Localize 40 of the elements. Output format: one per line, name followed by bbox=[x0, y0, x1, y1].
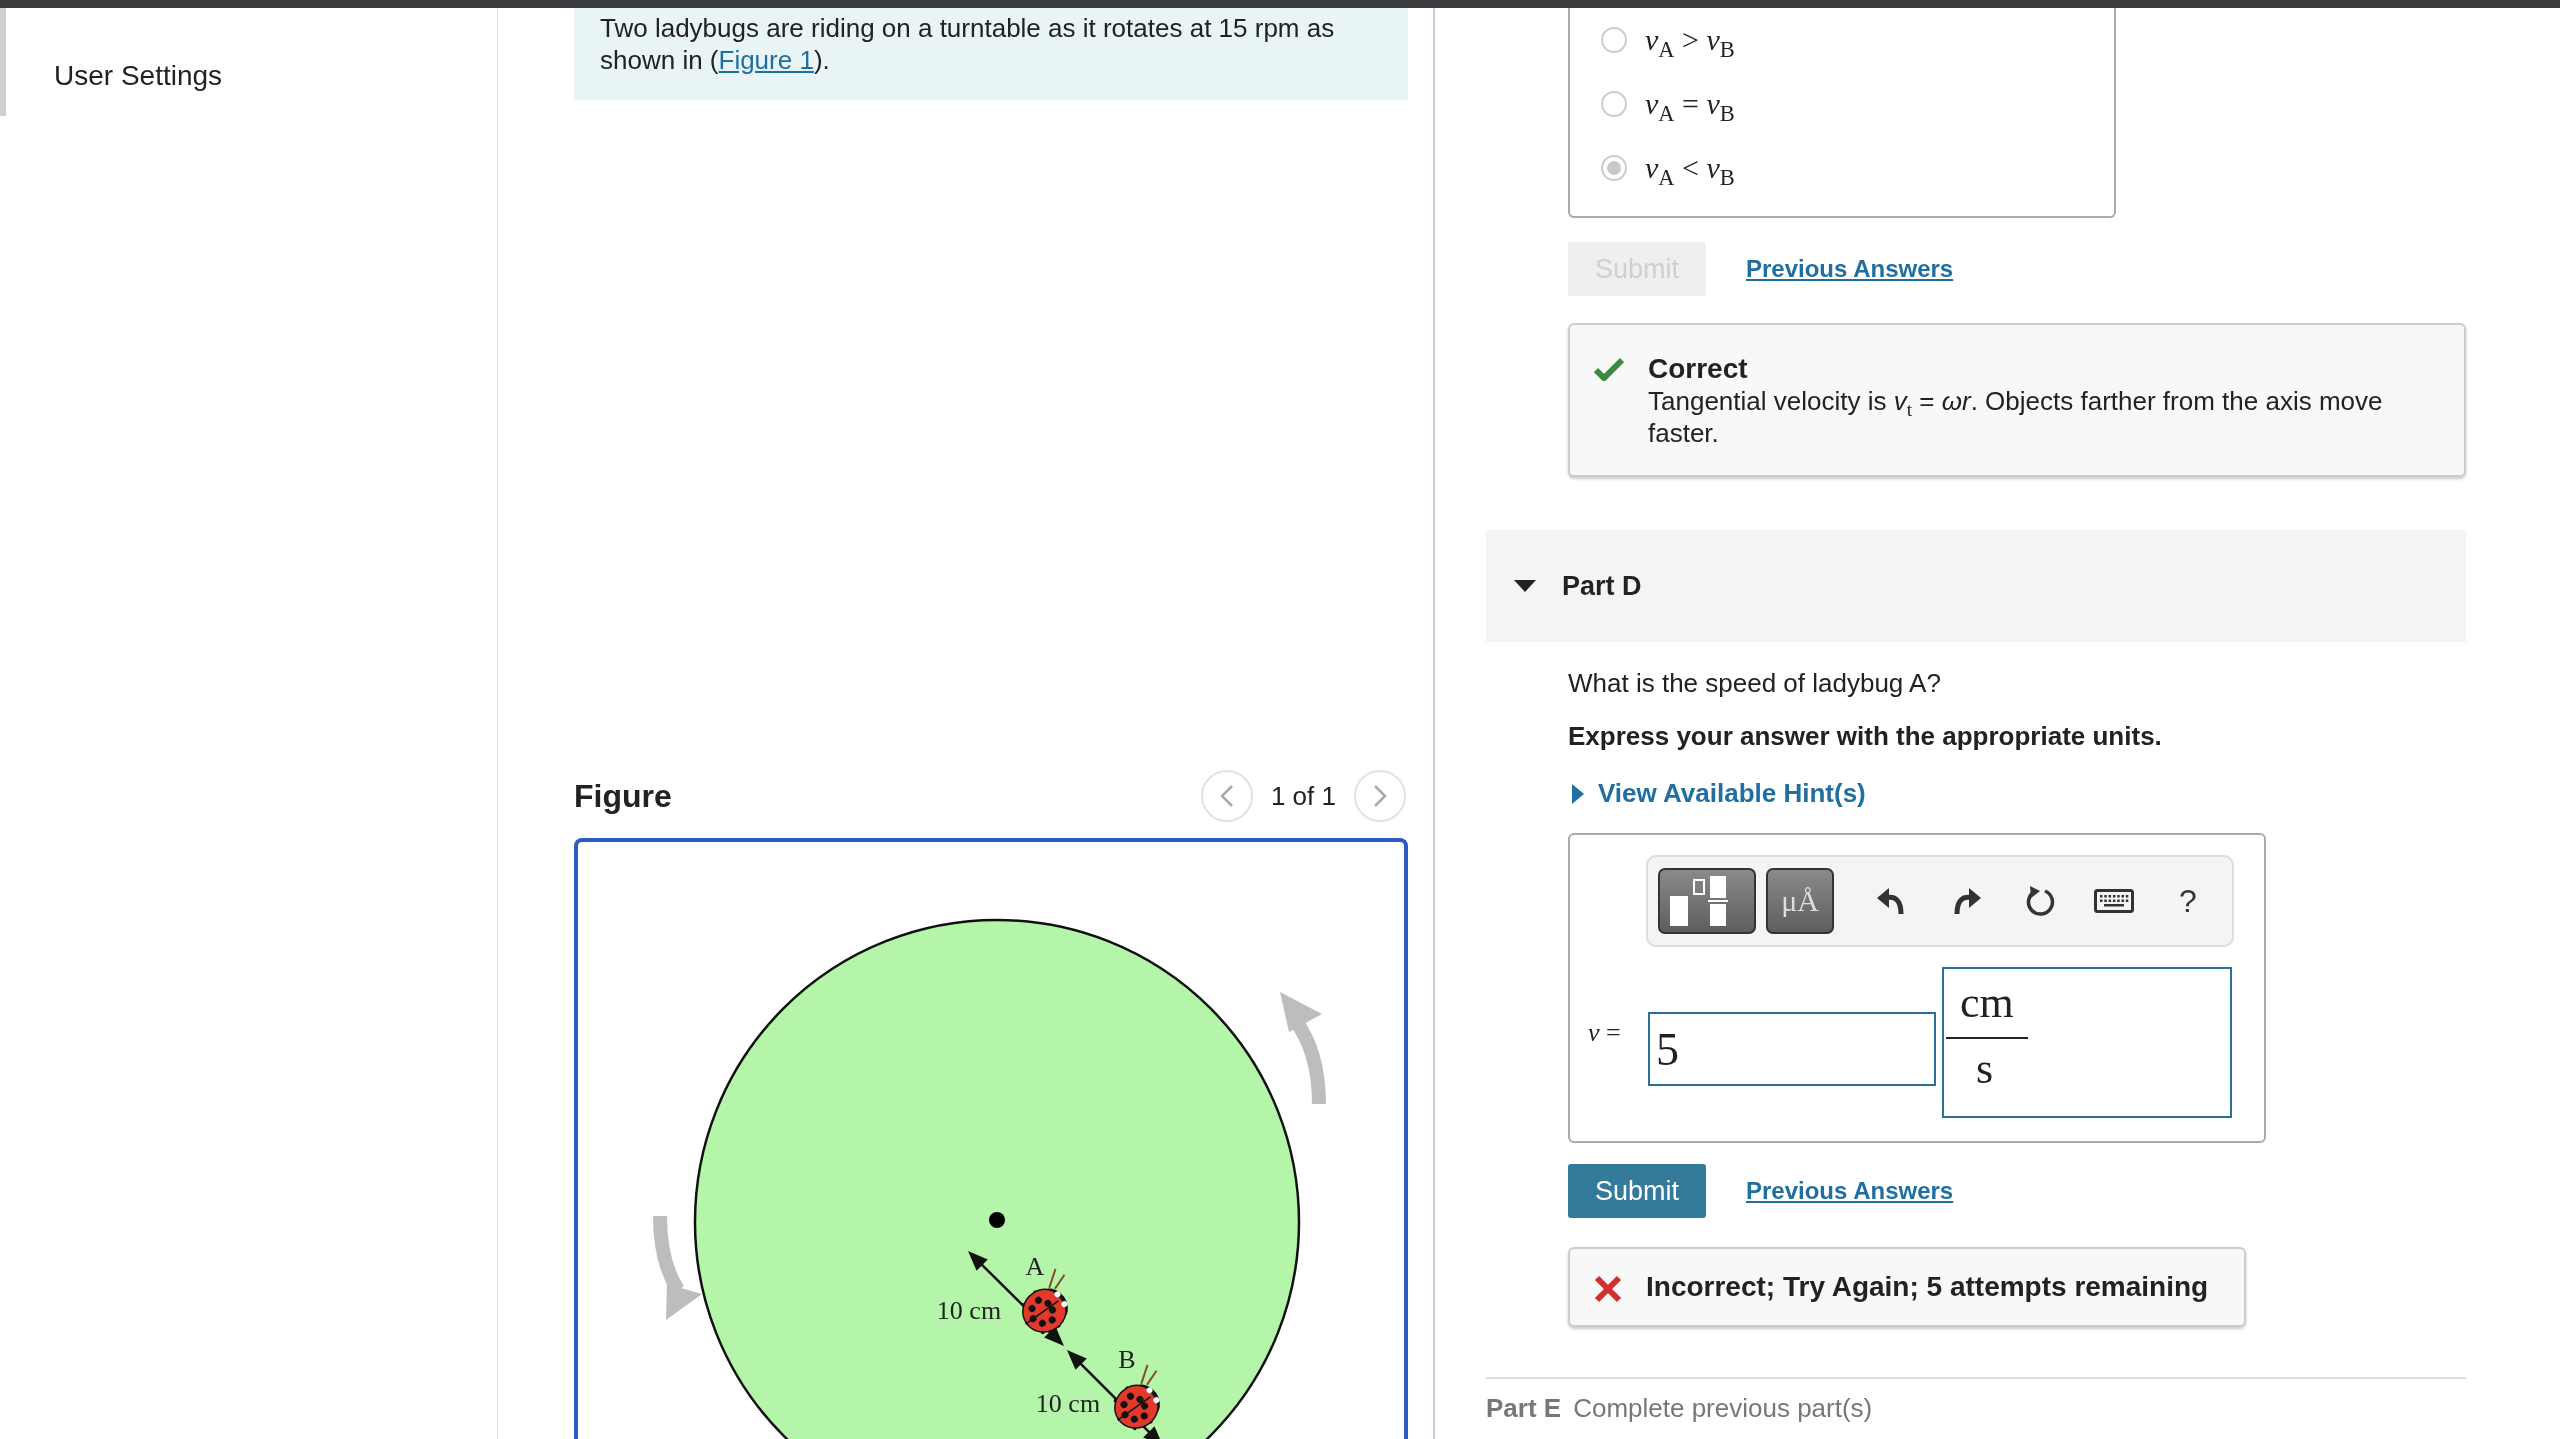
templates-button[interactable] bbox=[1658, 868, 1756, 934]
feedback-title: Correct bbox=[1648, 353, 1749, 385]
problem-text: Two ladybugs are riding on a turntable as it rotates at 15 rpm as shown in (Figure 1). bbox=[574, 8, 1408, 100]
part-title: Part E bbox=[1486, 1393, 1562, 1424]
point-label: A bbox=[1025, 1252, 1045, 1281]
chevron-right-icon bbox=[1373, 784, 1387, 808]
distance-label: 10 cm bbox=[936, 1296, 1002, 1325]
sidebar-item[interactable]: User Settings bbox=[54, 60, 223, 92]
option-label: v$_{A}$ = v$_{B}$ bbox=[1645, 87, 1735, 121]
variable-label: v = bbox=[1588, 1018, 1622, 1048]
part-status: Complete previous part(s) bbox=[1573, 1393, 1873, 1424]
value-field[interactable]: 5 bbox=[1648, 1012, 1936, 1086]
page-counter: 1 of 1 bbox=[1270, 780, 1336, 812]
chevron-left-icon bbox=[1219, 784, 1234, 808]
option-label: v$_{A}$ < v$_{B}$ bbox=[1645, 151, 1735, 185]
figure-link[interactable]: Figure 1 bbox=[718, 45, 814, 75]
distance-label: 10 cm bbox=[1035, 1389, 1101, 1418]
radio-button[interactable] bbox=[1601, 155, 1627, 181]
axis-dot bbox=[989, 1212, 1005, 1228]
feedback-title: Incorrect; Try Again; 5 attempts remaining bbox=[1646, 1271, 2209, 1303]
question-text: What is the speed of ladybug A? bbox=[1567, 668, 1942, 699]
keyboard-icon bbox=[2094, 889, 2134, 913]
point-label: B bbox=[1118, 1345, 1136, 1374]
previous-answers-link[interactable]: Previous Answers bbox=[1746, 1177, 1954, 1205]
caret-right-icon[interactable] bbox=[1572, 783, 1584, 804]
radio-button[interactable] bbox=[1601, 91, 1627, 117]
units-field[interactable]: cm s bbox=[1942, 967, 2232, 1118]
part-title: Part D bbox=[1562, 570, 1642, 602]
instruction-text: Express your answer with the appropriate units. bbox=[1567, 721, 2163, 752]
previous-answers-link[interactable]: Previous Answers bbox=[1746, 255, 1954, 283]
caret-down-icon[interactable] bbox=[1514, 580, 1536, 592]
hints-link[interactable]: View Available Hint(s) bbox=[1598, 778, 1866, 809]
units-button[interactable]: μÅ bbox=[1766, 868, 1834, 934]
help-button[interactable]: ? bbox=[2162, 875, 2214, 927]
option-label: v$_{A}$ > v$_{B}$ bbox=[1645, 23, 1735, 57]
part-header[interactable]: Part D bbox=[1486, 530, 2466, 642]
feedback-text: Tangential velocity is v$_{t}$ = ωr. Objects farther from the axis move faster. bbox=[1648, 385, 2384, 449]
figure-title: Figure bbox=[574, 777, 673, 815]
submit-button[interactable]: Submit bbox=[1568, 1164, 1706, 1218]
radio-button[interactable] bbox=[1601, 27, 1627, 53]
